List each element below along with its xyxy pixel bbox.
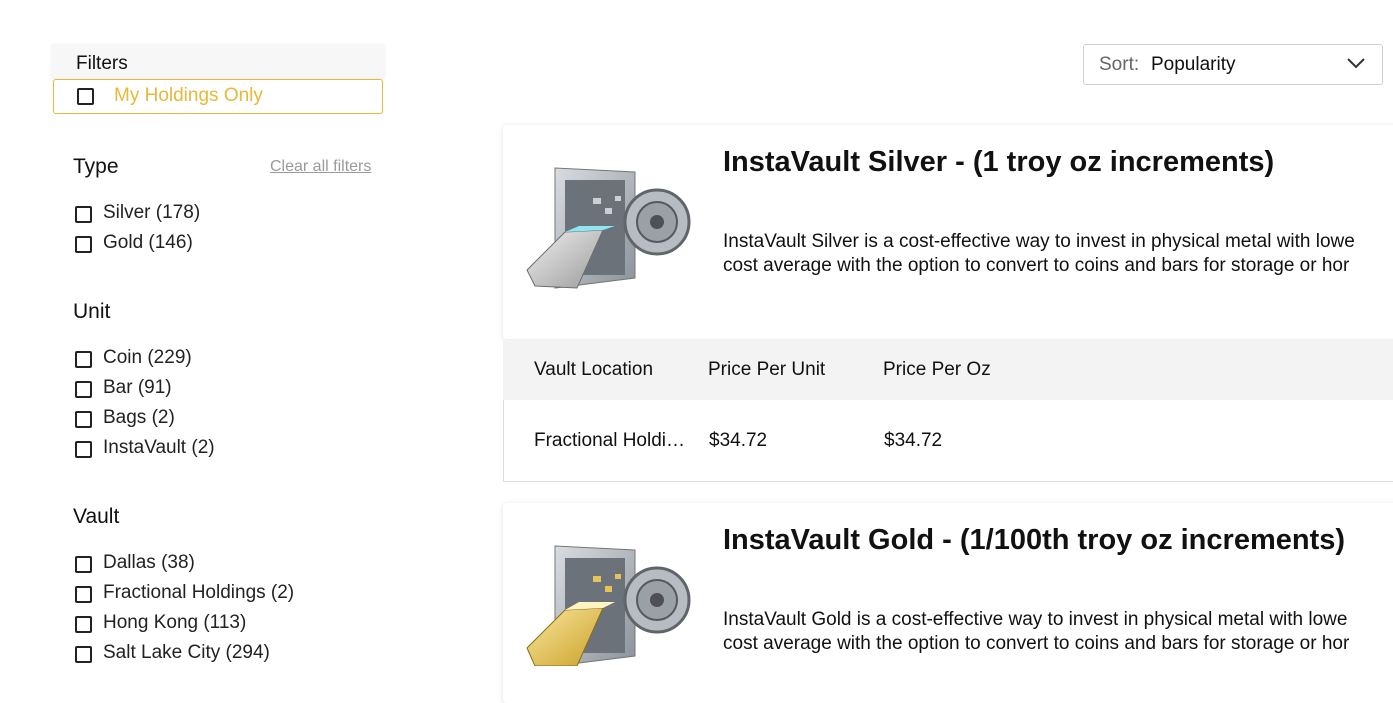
my-holdings-checkbox[interactable] [77,88,94,105]
filter-label: Silver (178) [103,202,201,223]
filter-label: InstaVault (2) [103,437,215,458]
checkbox[interactable] [75,646,92,663]
clear-all-filters-link[interactable]: Clear all filters [270,158,371,176]
product-description-line: InstaVault Silver is a cost-effective wa… [723,231,1355,252]
sort-selected-value[interactable]: Popularity [1151,54,1236,76]
product-title[interactable]: InstaVault Gold - (1/100th troy oz incre… [723,524,1345,557]
unit-section-title: Unit [73,300,111,323]
product-description-line: InstaVault Gold is a cost-effective way … [723,609,1348,630]
filter-label: Fractional Holdings (2) [103,582,295,603]
checkbox[interactable] [75,411,92,428]
filter-label: Hong Kong (113) [103,612,247,633]
column-header-vault-location: Vault Location [534,359,654,380]
vault-section-title: Vault [73,505,120,528]
type-section-title: Type [73,155,119,178]
checkbox[interactable] [75,556,92,573]
cell-price-per-unit: $34.72 [709,430,768,451]
product-description-line: cost average with the option to convert … [723,255,1350,276]
column-header-price-per-oz: Price Per Oz [883,359,991,380]
filter-label: Bags (2) [103,407,175,428]
checkbox[interactable] [75,351,92,368]
filter-label: Bar (91) [103,377,172,398]
filter-label: Gold (146) [103,232,193,253]
cell-price-per-oz: $34.72 [884,430,943,451]
filters-title: Filters [76,53,128,74]
vault-silver-bar-icon [526,167,691,289]
column-header-price-per-unit: Price Per Unit [708,359,826,380]
checkbox[interactable] [75,206,92,223]
product-title[interactable]: InstaVault Silver - (1 troy oz increment… [723,146,1274,179]
vault-gold-bar-icon [526,545,691,666]
product-description-line: cost average with the option to convert … [723,633,1350,654]
sort-label: Sort: [1099,54,1140,75]
checkbox[interactable] [75,381,92,398]
filter-label: Salt Lake City (294) [103,642,270,663]
cell-vault-location: Fractional Holdings [534,430,689,451]
checkbox[interactable] [75,586,92,603]
chevron-down-icon[interactable] [1346,56,1366,70]
checkbox[interactable] [75,236,92,253]
filter-label: Dallas (38) [103,552,195,573]
my-holdings-label[interactable]: My Holdings Only [114,85,263,107]
checkbox[interactable] [75,441,92,458]
checkbox[interactable] [75,616,92,633]
filter-label: Coin (229) [103,347,192,368]
